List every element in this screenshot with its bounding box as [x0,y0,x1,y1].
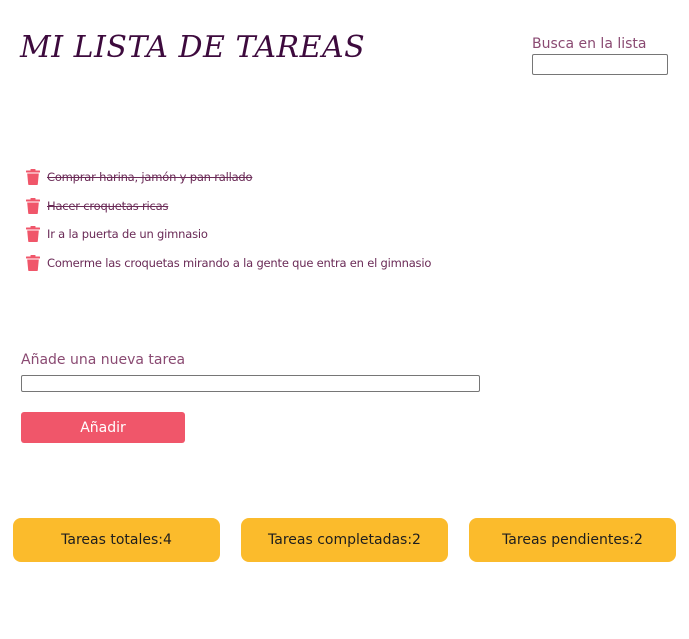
trash-icon[interactable] [26,197,40,214]
pending-tasks-counter: Tareas pendientes:2 [469,518,676,562]
new-task-input[interactable] [21,375,480,392]
new-task-label: Añade una nueva tarea [21,352,186,368]
trash-icon[interactable] [26,226,40,243]
task-text[interactable]: Ir a la puerta de un gimnasio [47,227,208,241]
task-list: Comprar harina, jamón y pan rallado Hace… [26,163,431,277]
total-tasks-counter: Tareas totales:4 [13,518,220,562]
completed-tasks-counter: Tareas completadas:2 [241,518,448,562]
search-input[interactable] [532,54,668,75]
task-text[interactable]: Comerme las croquetas mirando a la gente… [47,256,431,270]
new-task-form: Añade una nueva tarea [21,351,480,392]
add-button[interactable]: Añadir [21,412,185,443]
task-text[interactable]: Hacer croquetas ricas [47,199,168,213]
trash-icon[interactable] [26,169,40,186]
task-item: Hacer croquetas ricas [26,192,431,221]
search-label: Busca en la lista [532,36,647,52]
task-item: Comprar harina, jamón y pan rallado [26,163,431,192]
page-title: MI LISTA DE TAREAS [20,30,366,65]
task-item: Ir a la puerta de un gimnasio [26,220,431,249]
search-box: Busca en la lista [532,35,669,75]
task-item: Comerme las croquetas mirando a la gente… [26,249,431,278]
task-text[interactable]: Comprar harina, jamón y pan rallado [47,170,253,184]
trash-icon[interactable] [26,254,40,271]
